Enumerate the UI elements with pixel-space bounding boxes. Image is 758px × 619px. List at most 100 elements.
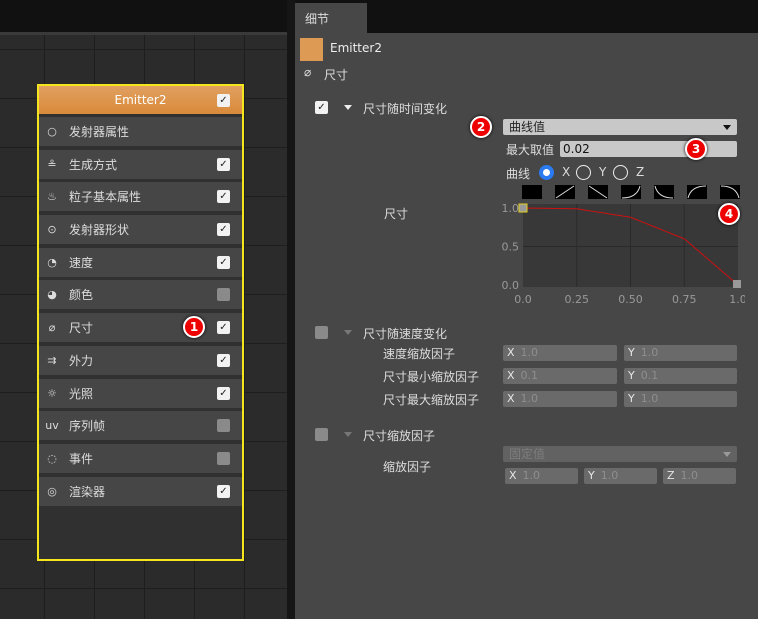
collapse-triangle-icon[interactable] [344, 105, 352, 110]
speed-y-input[interactable]: Y 1.0 [624, 345, 737, 361]
collapse-triangle-icon[interactable] [344, 432, 352, 437]
speed-y-input[interactable]: Y 1.0 [624, 391, 737, 407]
size-over-time-label: 尺寸随时间变化 [363, 102, 448, 116]
module-checkbox[interactable]: ✓ [217, 255, 230, 269]
module-checkbox[interactable]: ✓ [217, 386, 230, 400]
annotation-badge: 4 [718, 203, 740, 225]
emitter-color-swatch [300, 38, 323, 61]
module-row[interactable]: uv 序列帧 [39, 411, 242, 441]
mode-value: 曲线值 [509, 120, 546, 134]
curve-key-start [518, 203, 528, 213]
size-by-speed-checkbox[interactable] [315, 326, 328, 339]
module-checkbox[interactable]: ✓ [217, 157, 230, 171]
curve-label: 曲线 [506, 167, 531, 181]
scale-z-input[interactable]: Z 1.0 [663, 468, 736, 484]
scale-factor-label: 缩放因子 [383, 460, 432, 474]
curve-preset-button[interactable] [720, 185, 740, 199]
max-value-label: 最大取值 [506, 143, 555, 157]
module-row[interactable]: ○ 发射器属性 [39, 117, 242, 146]
size-scale-label: 尺寸缩放因子 [363, 429, 436, 443]
module-row[interactable]: ☼ 光照 ✓ [39, 378, 242, 408]
module-label: 颜色 [69, 288, 94, 303]
module-label: 外力 [69, 353, 94, 368]
emitter-name: Emitter2 [330, 41, 382, 55]
x-tick-label: 0.0 [514, 293, 532, 306]
node-enabled-checkbox[interactable]: ✓ [217, 94, 230, 107]
curve-preset-button[interactable] [588, 185, 608, 199]
module-checkbox[interactable]: ✓ [217, 190, 230, 204]
module-label: 生成方式 [69, 157, 118, 172]
module-label: 发射器形状 [69, 223, 130, 238]
panel-splitter[interactable] [287, 0, 295, 619]
graph-toolbar [0, 0, 287, 35]
event-icon: ◌ [47, 451, 57, 465]
palette-icon: ◕ [47, 288, 57, 302]
max-value-input[interactable]: 0.02 [560, 141, 737, 157]
curve-preset-button[interactable] [687, 185, 707, 199]
module-row[interactable]: ◔ 速度 ✓ [39, 247, 242, 277]
emitter-node[interactable]: Emitter2 ✓ ○ 发射器属性 ≗ 生成方式 ✓ ♨ 粒子基本属性 ✓ ⊙ 发射器形状 ✓ ◔ 速… [37, 84, 244, 561]
ruler-icon: ⌀ [304, 65, 312, 79]
module-checkbox[interactable]: ✓ [217, 484, 230, 498]
module-row[interactable]: ⇉ 外力 ✓ [39, 345, 242, 375]
scale-mode-dropdown[interactable]: 固定值 [503, 446, 737, 462]
module-checkbox[interactable] [217, 419, 230, 433]
scale-mode-value: 固定值 [509, 447, 546, 461]
flame-icon: ♨ [47, 190, 57, 204]
ruler-icon: ⌀ [48, 321, 56, 335]
speed-x-input[interactable]: X 0.1 [503, 368, 617, 384]
module-checkbox[interactable] [217, 451, 230, 465]
module-checkbox[interactable]: ✓ [217, 353, 230, 367]
module-row[interactable]: ♨ 粒子基本属性 ✓ [39, 182, 242, 212]
size-scale-checkbox[interactable] [315, 428, 328, 441]
radio-x[interactable] [539, 165, 554, 180]
speed-y-input[interactable]: Y 0.1 [624, 368, 737, 384]
module-checkbox[interactable]: ✓ [217, 321, 230, 335]
module-row[interactable]: ⌀ 尺寸 ✓ 1 [39, 313, 242, 343]
tab-details[interactable]: 细节 [295, 3, 367, 33]
module-row[interactable]: ◌ 事件 [39, 443, 242, 473]
node-header[interactable]: Emitter2 ✓ [39, 86, 242, 114]
speedometer-icon: ◔ [47, 255, 57, 269]
uv-icon: uv [45, 419, 59, 433]
chevron-down-icon [723, 125, 731, 130]
collapse-triangle-icon[interactable] [344, 330, 352, 335]
module-checkbox[interactable] [217, 288, 230, 302]
module-label: 事件 [69, 451, 94, 466]
radio-y[interactable] [576, 165, 591, 180]
x-tick-label: 0.25 [565, 293, 590, 306]
curve-preset-button[interactable] [654, 185, 674, 199]
size-by-speed-label: 尺寸随速度变化 [363, 327, 448, 341]
sun-icon: ☼ [47, 386, 57, 400]
module-label: 尺寸 [69, 321, 94, 336]
speed-row-label: 尺寸最大缩放因子 [383, 393, 480, 407]
arrows-icon: ⇉ [47, 353, 57, 367]
module-label: 渲染器 [69, 484, 106, 499]
scale-y-input[interactable]: Y 1.0 [584, 468, 657, 484]
module-label: 粒子基本属性 [69, 190, 142, 205]
annotation-badge: 3 [685, 138, 707, 160]
chevron-down-icon [723, 452, 731, 457]
module-row[interactable]: ⊙ 发射器形状 ✓ [39, 215, 242, 245]
circle-icon: ○ [47, 125, 57, 138]
module-label: 发射器属性 [69, 125, 130, 139]
mode-dropdown[interactable]: 曲线值 [503, 119, 737, 135]
curve-preset-button[interactable] [621, 185, 641, 199]
module-label: 光照 [69, 386, 94, 401]
radio-z[interactable] [613, 165, 628, 180]
curve-editor[interactable]: 0.0 0.25 0.50 0.75 1.0 1.0 0.5 0.0 [495, 198, 746, 310]
speed-x-input[interactable]: X 1.0 [503, 391, 617, 407]
annotation-badge: 2 [470, 116, 492, 138]
module-row[interactable]: ◕ 颜色 [39, 280, 242, 310]
module-checkbox[interactable]: ✓ [217, 223, 230, 237]
module-row[interactable]: ◎ 渲染器 ✓ [39, 476, 242, 506]
speed-x-input[interactable]: X 1.0 [503, 345, 617, 361]
curve-preset-button[interactable] [555, 185, 575, 199]
scale-x-input[interactable]: X 1.0 [505, 468, 578, 484]
module-row[interactable]: ≗ 生成方式 ✓ [39, 149, 242, 179]
location-pin-icon: ⊙ [47, 223, 57, 237]
curve-key-end [733, 280, 741, 288]
module-label: 序列帧 [69, 419, 106, 434]
size-over-time-checkbox[interactable]: ✓ [315, 101, 328, 114]
curve-preset-button[interactable] [522, 185, 542, 199]
